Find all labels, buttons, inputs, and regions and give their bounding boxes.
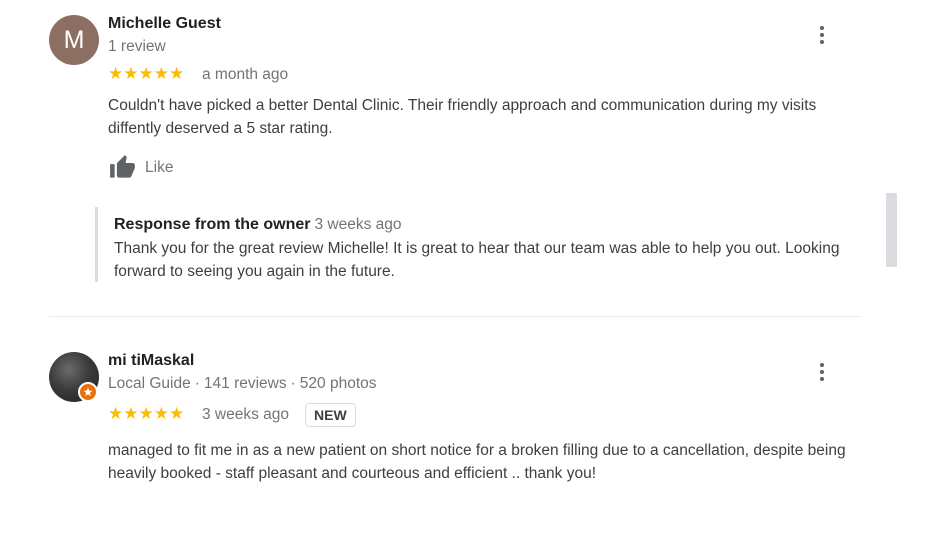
local-guide-label: Local Guide [108, 375, 191, 392]
photo-count: 520 photos [299, 375, 377, 392]
thumb-up-icon [110, 155, 135, 178]
owner-response-header: Response from the owner 3 weeks ago [114, 216, 402, 234]
review-date: a month ago [202, 66, 289, 83]
owner-response-title: Response from the owner [114, 216, 311, 233]
divider [49, 316, 861, 317]
star-rating: ★★★★★ [108, 404, 185, 423]
more-vert-icon [820, 363, 824, 367]
review-text: managed to fit me in as a new patient on… [108, 442, 846, 482]
scrollbar-thumb[interactable] [886, 193, 897, 267]
owner-response: Response from the owner 3 weeks ago Thank… [95, 207, 868, 282]
avatar-letter: M [63, 25, 85, 54]
reviewer-name[interactable]: mi tiMaskal [108, 352, 194, 370]
reviewer-meta[interactable]: 1 review [108, 38, 166, 56]
reviewer-name[interactable]: Michelle Guest [108, 15, 221, 33]
more-vert-icon [820, 26, 824, 30]
owner-response-date: 3 weeks ago [314, 216, 402, 233]
local-guide-star-icon [78, 382, 98, 402]
star-rating: ★★★★★ [108, 64, 185, 83]
more-options-button[interactable] [812, 22, 832, 48]
like-button[interactable]: Like [108, 154, 173, 181]
reviewer-meta[interactable]: Local Guide · 141 reviews · 520 photos [108, 375, 377, 393]
new-badge: NEW [305, 403, 356, 427]
avatar[interactable]: M [49, 15, 99, 65]
owner-response-text: Thank you for the great review Michelle!… [114, 240, 840, 280]
more-options-button[interactable] [812, 359, 832, 385]
review-text: Couldn't have picked a better Dental Cli… [108, 97, 817, 137]
like-label: Like [145, 158, 174, 176]
review-date: 3 weeks ago [202, 406, 290, 423]
review-count: 141 reviews [203, 375, 287, 392]
